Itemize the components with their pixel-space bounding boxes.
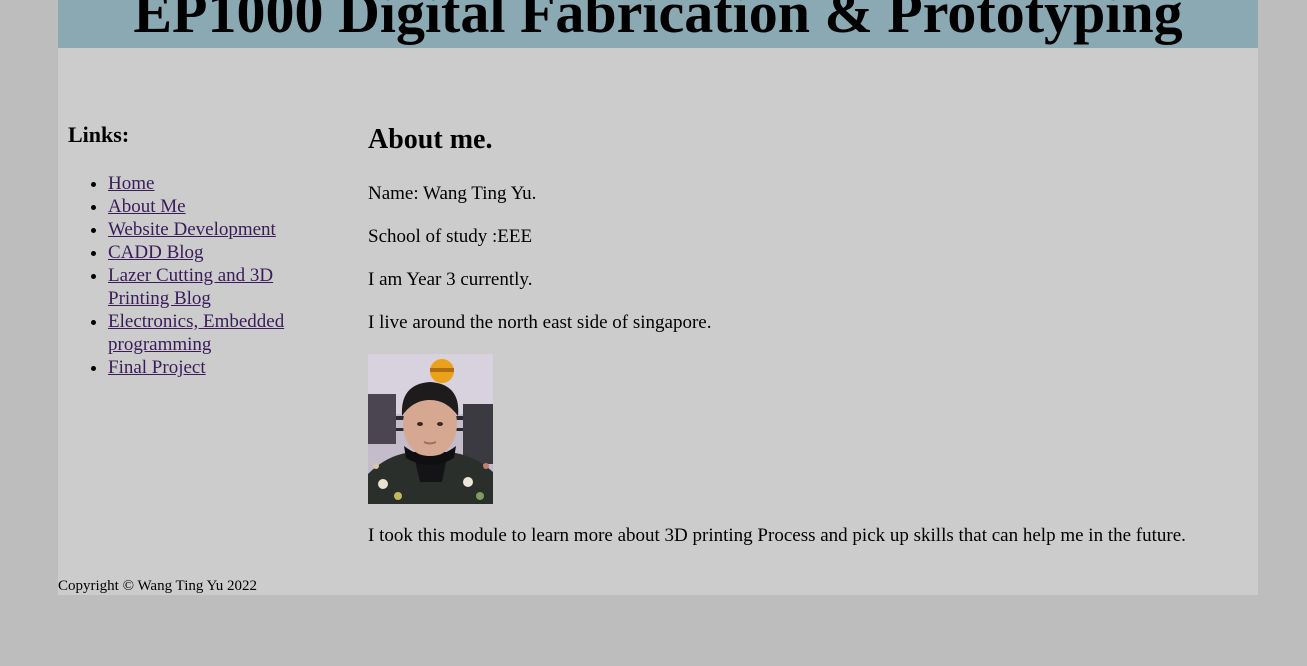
about-heading: About me. [368,124,493,155]
nav-item-home: Home [108,172,338,195]
sidebar: Links: Home About Me Website Development… [68,120,338,379]
nav-item-lazer-cutting: Lazer Cutting and 3D Printing Blog [108,264,338,310]
nav-link-final-project[interactable]: Final Project [108,357,206,378]
links-heading: Links: [68,122,130,147]
copyright-text: Copyright © Wang Ting Yu 2022 [58,578,257,594]
main-content: About me. Name: Wang Ting Yu. School of … [368,120,1248,546]
nav-link-cadd-blog[interactable]: CADD Blog [108,242,204,263]
profile-photo-image [368,354,493,504]
nav-link-about-me[interactable]: About Me [108,196,186,217]
nav-item-website-development: Website Development [108,218,338,241]
nav-item-electronics: Electronics, Embedded programming [108,310,338,356]
nav-item-cadd-blog: CADD Blog [108,241,338,264]
reason-text: I took this module to learn more about 3… [368,525,1186,546]
nav-link-home[interactable]: Home [108,173,154,194]
year-text: I am Year 3 currently. [368,269,533,290]
site-title: EP1000 Digital Fabrication & Prototyping [133,0,1183,45]
nav-item-about-me: About Me [108,195,338,218]
nav-list: Home About Me Website Development CADD B… [68,172,338,379]
profile-photo [368,354,493,504]
nav-link-lazer-cutting[interactable]: Lazer Cutting and 3D Printing Blog [108,265,273,309]
page-container: EP1000 Digital Fabrication & Prototyping… [58,0,1258,595]
nav-link-electronics[interactable]: Electronics, Embedded programming [108,311,284,355]
site-header: EP1000 Digital Fabrication & Prototyping [58,0,1258,48]
school-text: School of study :EEE [368,226,533,247]
name-text: Name: Wang Ting Yu. [368,183,537,204]
nav-link-website-development[interactable]: Website Development [108,219,276,240]
nav-item-final-project: Final Project [108,356,338,379]
location-text: I live around the north east side of sin… [368,312,712,333]
